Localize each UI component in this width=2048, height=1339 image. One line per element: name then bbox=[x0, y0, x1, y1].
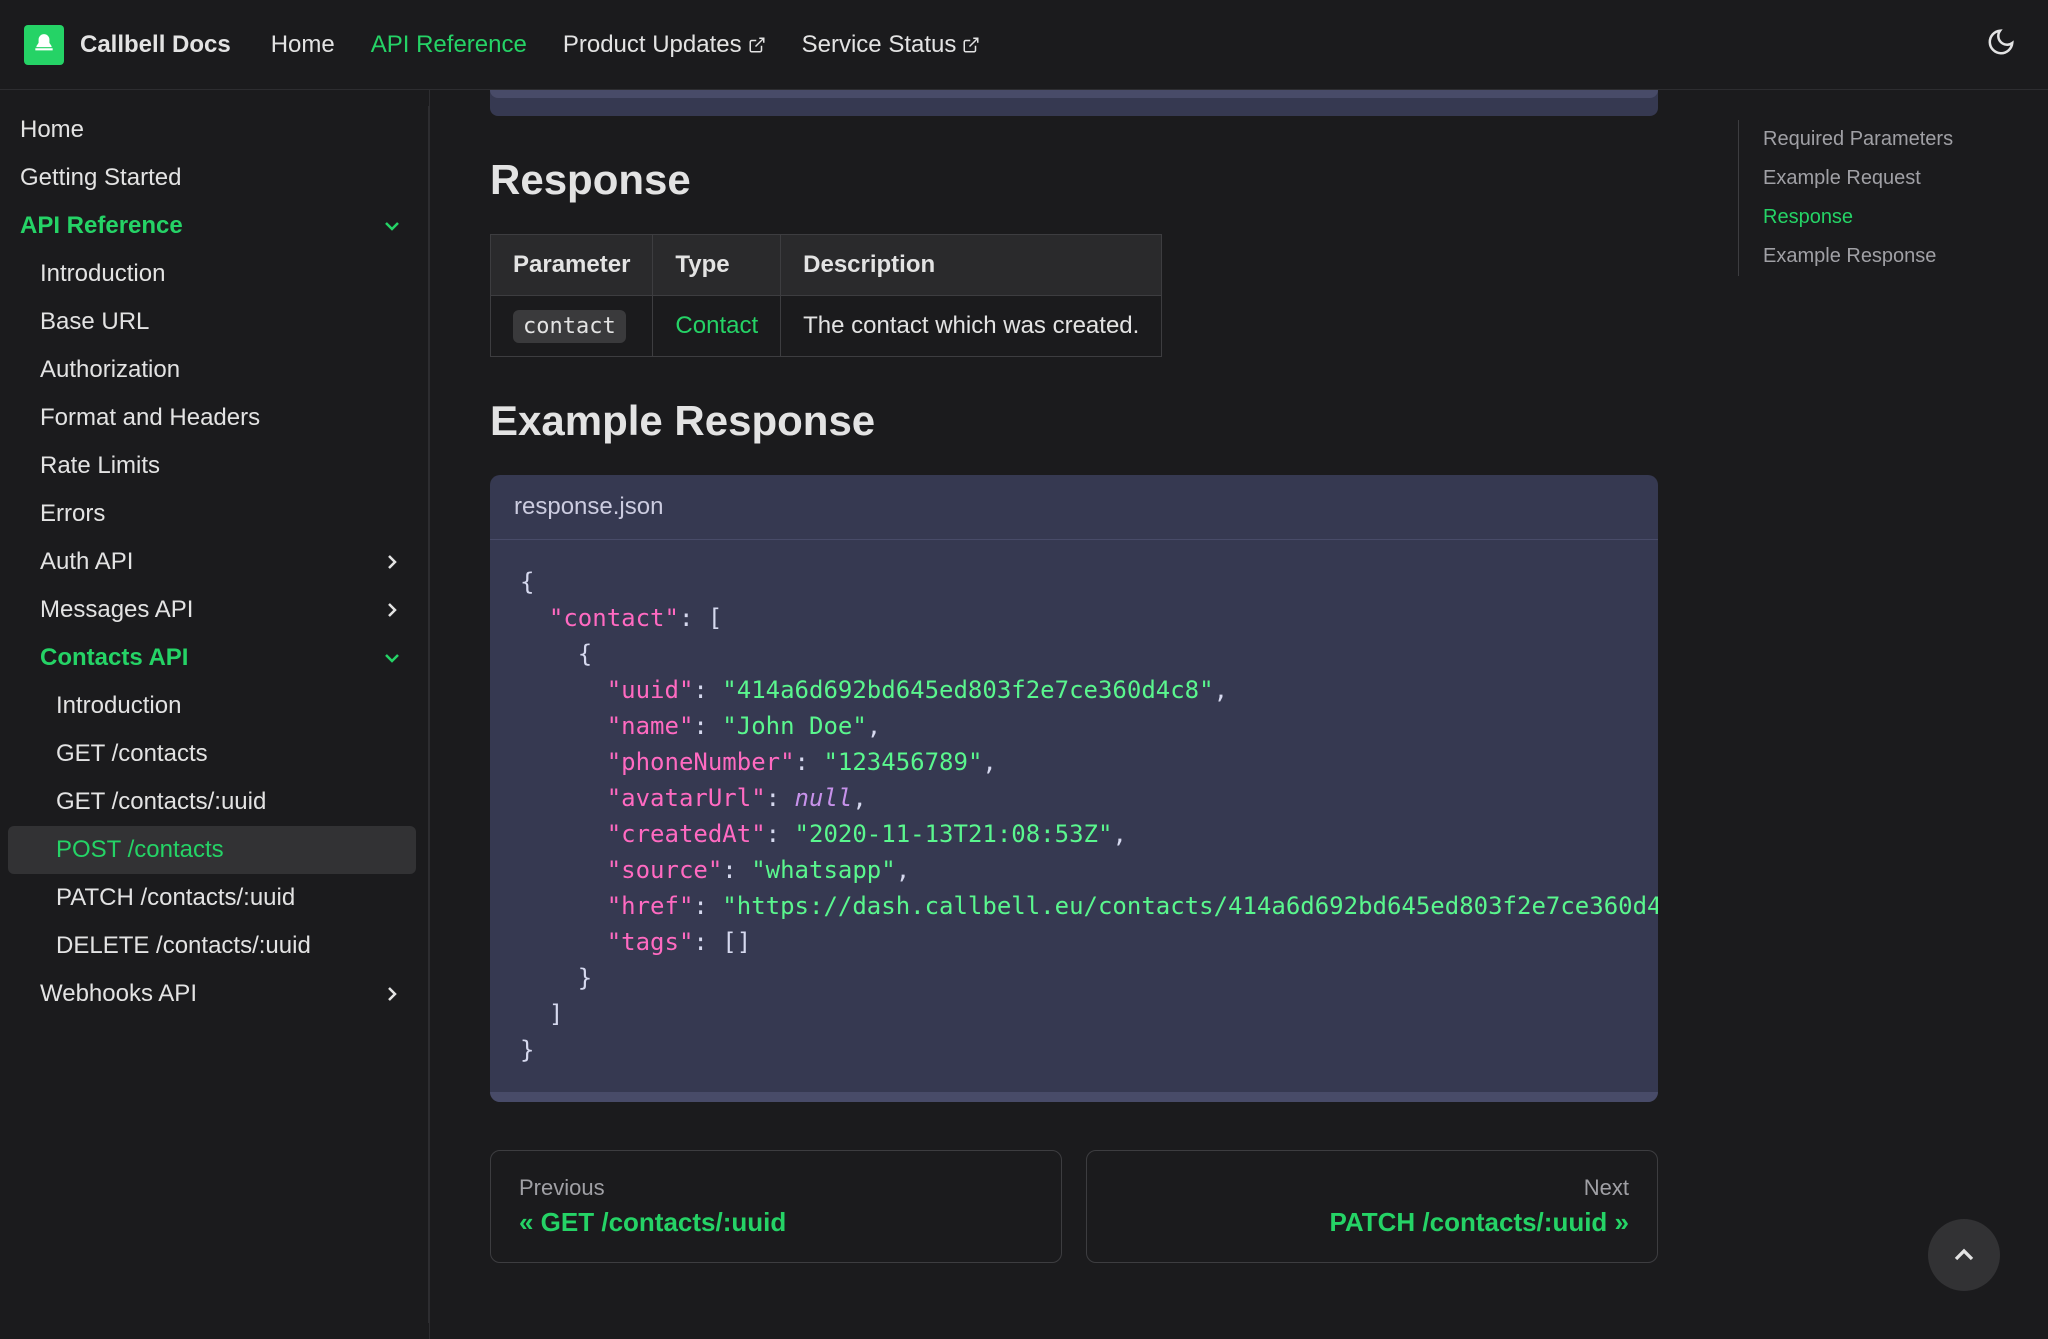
chevron-down-icon bbox=[380, 214, 404, 238]
main-content: Response Parameter Type Description cont… bbox=[430, 90, 1718, 1339]
sidebar-item-introduction[interactable]: Introduction bbox=[0, 250, 424, 298]
response-table: Parameter Type Description contact Conta… bbox=[490, 234, 1162, 357]
heading-response: Response bbox=[490, 156, 1658, 204]
sidebar-item-messages-api[interactable]: Messages API bbox=[0, 586, 424, 634]
dark-mode-toggle[interactable] bbox=[1986, 27, 2016, 62]
bell-icon bbox=[31, 32, 57, 58]
sidebar-item-auth-api[interactable]: Auth API bbox=[0, 538, 424, 586]
sidebar-item-api-reference[interactable]: API Reference bbox=[0, 202, 424, 250]
external-link-icon bbox=[962, 36, 980, 54]
toc-item-required-parameters[interactable]: Required Parameters bbox=[1763, 120, 2028, 159]
sidebar-item-label: Webhooks API bbox=[40, 980, 197, 1008]
sidebar-item-format[interactable]: Format and Headers bbox=[0, 394, 424, 442]
pager-meta: Next bbox=[1115, 1175, 1629, 1201]
toc-item-example-response[interactable]: Example Response bbox=[1763, 237, 2028, 276]
nav-links: Home API Reference Product Updates Servi… bbox=[271, 31, 981, 59]
chevron-right-icon bbox=[380, 982, 404, 1006]
sidebar-item-rate-limits[interactable]: Rate Limits bbox=[0, 442, 424, 490]
pager-title: « GET /contacts/:uuid bbox=[519, 1207, 1033, 1238]
sidebar-item-get-contact-uuid[interactable]: GET /contacts/:uuid bbox=[0, 778, 424, 826]
scroll-to-top-button[interactable] bbox=[1928, 1219, 2000, 1291]
sidebar: Home Getting Started API Reference Intro… bbox=[0, 90, 430, 1339]
type-link-contact[interactable]: Contact bbox=[675, 312, 758, 339]
nav-label: Service Status bbox=[802, 31, 957, 59]
table-row: contact Contact The contact which was cr… bbox=[491, 296, 1162, 357]
nav-label: Product Updates bbox=[563, 31, 742, 59]
heading-example-response: Example Response bbox=[490, 397, 1658, 445]
sidebar-item-label: API Reference bbox=[20, 212, 183, 240]
sidebar-item-getting-started[interactable]: Getting Started bbox=[0, 154, 424, 202]
pager-title: PATCH /contacts/:uuid » bbox=[1115, 1207, 1629, 1238]
sidebar-item-webhooks-api[interactable]: Webhooks API bbox=[0, 970, 424, 1018]
toc-item-example-request[interactable]: Example Request bbox=[1763, 159, 2028, 198]
external-link-icon bbox=[748, 36, 766, 54]
param-description: The contact which was created. bbox=[781, 296, 1162, 357]
topbar: Callbell Docs Home API Reference Product… bbox=[0, 0, 2048, 90]
chevron-right-icon bbox=[380, 550, 404, 574]
pager-prev[interactable]: Previous « GET /contacts/:uuid bbox=[490, 1150, 1062, 1263]
brand-title: Callbell Docs bbox=[80, 31, 231, 59]
code-body: { "contact": [ { "uuid": "414a6d692bd645… bbox=[490, 540, 1658, 1092]
th-description: Description bbox=[781, 235, 1162, 296]
pager-meta: Previous bbox=[519, 1175, 1033, 1201]
logo[interactable] bbox=[24, 25, 64, 65]
param-name: contact bbox=[513, 310, 626, 343]
nav-product-updates[interactable]: Product Updates bbox=[563, 31, 766, 59]
sidebar-item-label: Contacts API bbox=[40, 644, 188, 672]
sidebar-item-contacts-api[interactable]: Contacts API bbox=[0, 634, 424, 682]
sidebar-item-label: Auth API bbox=[40, 548, 133, 576]
sidebar-item-errors[interactable]: Errors bbox=[0, 490, 424, 538]
chevron-right-icon bbox=[380, 598, 404, 622]
sidebar-item-base-url[interactable]: Base URL bbox=[0, 298, 424, 346]
pager: Previous « GET /contacts/:uuid Next PATC… bbox=[490, 1150, 1658, 1263]
moon-icon bbox=[1986, 27, 2016, 57]
sidebar-item-label: Messages API bbox=[40, 596, 193, 624]
nav-api-reference[interactable]: API Reference bbox=[371, 31, 527, 59]
sidebar-item-patch-contacts[interactable]: PATCH /contacts/:uuid bbox=[0, 874, 424, 922]
sidebar-item-delete-contacts[interactable]: DELETE /contacts/:uuid bbox=[0, 922, 424, 970]
sidebar-item-post-contacts[interactable]: POST /contacts bbox=[8, 826, 416, 874]
table-of-contents: Required Parameters Example Request Resp… bbox=[1718, 90, 2048, 1339]
nav-service-status[interactable]: Service Status bbox=[802, 31, 981, 59]
sidebar-item-authorization[interactable]: Authorization bbox=[0, 346, 424, 394]
code-block-response: response.json { "contact": [ { "uuid": "… bbox=[490, 475, 1658, 1102]
th-type: Type bbox=[653, 235, 781, 296]
sidebar-item-contacts-intro[interactable]: Introduction bbox=[0, 682, 424, 730]
code-filename: response.json bbox=[490, 475, 1658, 540]
pager-next[interactable]: Next PATCH /contacts/:uuid » bbox=[1086, 1150, 1658, 1263]
th-parameter: Parameter bbox=[491, 235, 653, 296]
sidebar-item-get-contacts[interactable]: GET /contacts bbox=[0, 730, 424, 778]
sidebar-item-home[interactable]: Home bbox=[0, 106, 424, 154]
previous-code-block-tail bbox=[490, 90, 1658, 116]
nav-home[interactable]: Home bbox=[271, 31, 335, 59]
chevron-down-icon bbox=[380, 646, 404, 670]
chevron-up-icon bbox=[1948, 1239, 1980, 1271]
toc-item-response[interactable]: Response bbox=[1763, 198, 2028, 237]
